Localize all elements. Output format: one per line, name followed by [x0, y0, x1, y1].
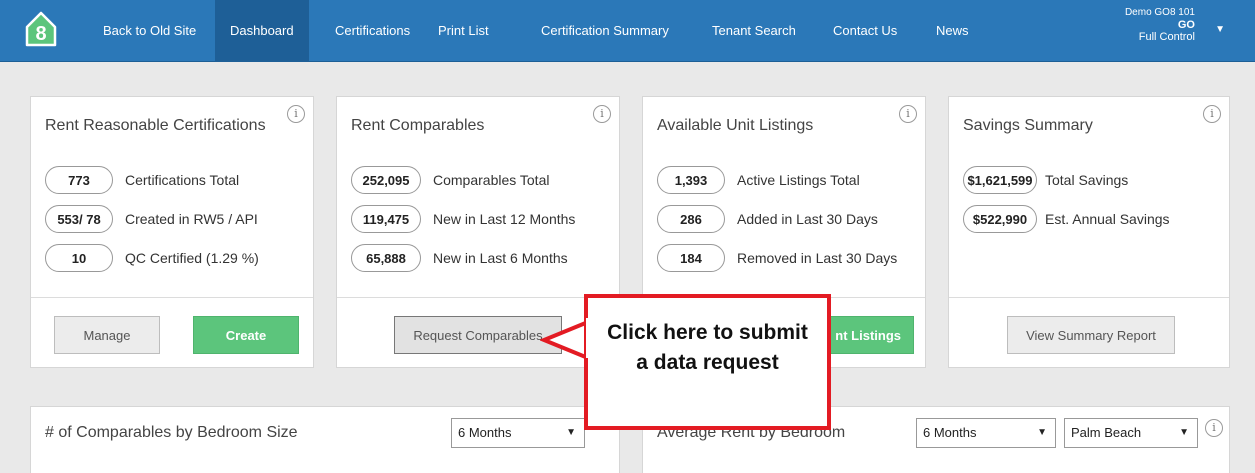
stat-label: New in Last 12 Months [433, 211, 576, 227]
stat-row: 1,393 Active Listings Total [657, 166, 860, 194]
chevron-down-icon: ▼ [566, 427, 576, 438]
nav-back-to-old-site[interactable]: Back to Old Site [88, 0, 211, 62]
nav-news[interactable]: News [921, 0, 984, 62]
chevron-down-icon: ▼ [1037, 427, 1047, 438]
info-icon[interactable]: i [287, 105, 305, 123]
card-title: Rent Reasonable Certifications [45, 117, 266, 134]
stat-label: Active Listings Total [737, 172, 860, 188]
user-menu-caret-icon[interactable]: ▼ [1215, 24, 1225, 35]
stat-value: 65,888 [351, 244, 421, 272]
card-divider [31, 297, 313, 298]
info-icon[interactable]: i [1205, 419, 1223, 437]
stat-value: 184 [657, 244, 725, 272]
chevron-down-icon: ▼ [1179, 427, 1189, 438]
stat-label: Removed in Last 30 Days [737, 250, 898, 266]
info-icon[interactable]: i [1203, 105, 1221, 123]
nav-contact-us[interactable]: Contact Us [818, 0, 912, 62]
stat-value: 119,475 [351, 205, 421, 233]
callout-pointer-icon [540, 319, 590, 361]
stat-row: 184 Removed in Last 30 Days [657, 244, 897, 272]
stat-row: 286 Added in Last 30 Days [657, 205, 878, 233]
card-title: Rent Comparables [351, 117, 485, 134]
area-select[interactable]: Palm Beach ▼ [1064, 418, 1198, 448]
savings-card: Savings Summary i $1,621,599 Total Savin… [948, 96, 1230, 368]
stat-value: 286 [657, 205, 725, 233]
nav-tenant-search[interactable]: Tenant Search [697, 0, 811, 62]
stat-row: 773 Certifications Total [45, 166, 239, 194]
stat-value: $1,621,599 [963, 166, 1037, 194]
info-icon[interactable]: i [593, 105, 611, 123]
stat-value: 252,095 [351, 166, 421, 194]
callout-pointer-mask [586, 318, 592, 358]
nav-print-list[interactable]: Print List [423, 0, 504, 62]
stat-row: 119,475 New in Last 12 Months [351, 205, 575, 233]
user-role: Full Control [1138, 31, 1195, 43]
stat-value: $522,990 [963, 205, 1037, 233]
manage-button[interactable]: Manage [54, 316, 160, 354]
nav-certifications[interactable]: Certifications [320, 0, 425, 62]
logo-text: 8 [35, 23, 46, 45]
stat-value: 773 [45, 166, 113, 194]
card-title: Savings Summary [963, 117, 1093, 134]
stat-label: Created in RW5 / API [125, 211, 258, 227]
stat-row: 10 QC Certified (1.29 %) [45, 244, 259, 272]
stat-row: 553/ 78 Created in RW5 / API [45, 205, 258, 233]
request-comparables-button[interactable]: Request Comparables [394, 316, 562, 354]
create-button[interactable]: Create [193, 316, 299, 354]
stat-label: New in Last 6 Months [433, 250, 568, 266]
stat-label: Est. Annual Savings [1045, 211, 1170, 227]
info-icon[interactable]: i [899, 105, 917, 123]
bedroom-size-panel: # of Comparables by Bedroom Size 6 Month… [30, 406, 620, 473]
period-select-value: 6 Months [458, 425, 512, 440]
period-select[interactable]: 6 Months ▼ [451, 418, 585, 448]
stat-value: 1,393 [657, 166, 725, 194]
stat-label: QC Certified (1.29 %) [125, 250, 259, 266]
area-select-value: Palm Beach [1071, 425, 1142, 440]
user-code: GO [1177, 19, 1195, 31]
period-select[interactable]: 6 Months ▼ [916, 418, 1056, 448]
stat-value: 553/ 78 [45, 205, 113, 233]
stat-row: $1,621,599 Total Savings [963, 166, 1128, 194]
callout-box: Click here to submit a data request [584, 294, 831, 430]
stat-label: Added in Last 30 Days [737, 211, 878, 227]
nav-certification-summary[interactable]: Certification Summary [526, 0, 684, 62]
stat-row: 252,095 Comparables Total [351, 166, 549, 194]
panel-title: # of Comparables by Bedroom Size [45, 424, 298, 441]
callout-text: Click here to submit a data request [607, 321, 808, 374]
home-logo-icon[interactable]: 8 [24, 10, 58, 48]
user-menu[interactable]: Demo GO8 101 GO Full Control [1125, 7, 1195, 43]
stat-row: 65,888 New in Last 6 Months [351, 244, 568, 272]
card-divider [337, 297, 619, 298]
user-name: Demo GO8 101 [1124, 7, 1195, 18]
card-divider [949, 297, 1229, 298]
stat-row: $522,990 Est. Annual Savings [963, 205, 1170, 233]
stat-label: Comparables Total [433, 172, 550, 188]
certifications-card: Rent Reasonable Certifications i 773 Cer… [30, 96, 314, 368]
view-summary-report-button[interactable]: View Summary Report [1007, 316, 1175, 354]
period-select-value: 6 Months [923, 425, 977, 440]
stat-label: Total Savings [1045, 172, 1129, 188]
top-nav: 8 Back to Old Site Dashboard Certificati… [0, 0, 1255, 62]
card-title: Available Unit Listings [657, 117, 814, 134]
stat-value: 10 [45, 244, 113, 272]
nav-dashboard[interactable]: Dashboard [215, 0, 309, 62]
stat-label: Certifications Total [125, 172, 240, 188]
